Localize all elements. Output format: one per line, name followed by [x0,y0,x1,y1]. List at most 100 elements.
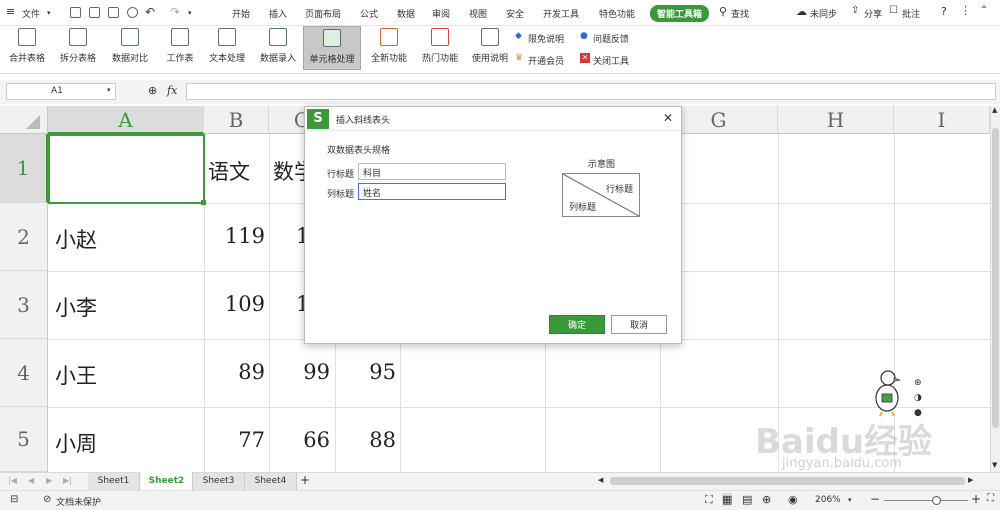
cell-b4[interactable]: 89 [238,360,265,384]
cell-d4[interactable]: 95 [369,360,396,384]
first-sheet-icon[interactable]: |◀ [8,476,17,485]
row-header-2[interactable]: 2 [0,203,48,271]
document-icon[interactable]: ⊟ [10,494,18,505]
tab-review[interactable]: 审阅 [432,7,450,20]
row-header-3[interactable]: 3 [0,271,48,339]
chevron-down-icon[interactable]: ▾ [107,86,111,94]
free-info-link[interactable]: 限免说明 [528,32,564,45]
help-icon[interactable]: ? [941,5,947,18]
cell-b2[interactable]: 119 [225,224,265,248]
column-header-h[interactable]: H [778,106,894,134]
cell-processing-button[interactable]: 单元格处理 [303,26,361,70]
member-link[interactable]: 开通会员 [528,54,564,67]
zoom-out-icon[interactable]: − [870,492,880,506]
row-title-input[interactable]: 科目 [358,163,506,180]
dialog-title-bar[interactable]: S 插入斜线表头 ✕ [305,107,681,131]
search-button[interactable]: 查找 [731,7,749,20]
column-title-input[interactable]: 姓名 [358,183,506,200]
share-icon[interactable]: ⇪ [851,5,859,16]
sync-status[interactable]: 未同步 [810,7,837,20]
chevron-down-icon[interactable]: ▾ [47,9,51,17]
tab-page-layout[interactable]: 页面布局 [305,7,341,20]
tab-view[interactable]: 视图 [469,7,487,20]
comment-icon[interactable]: ☐ [889,5,898,16]
sheet-tab-1[interactable]: Sheet1 [88,473,140,490]
column-header-i[interactable]: I [894,106,990,134]
sheet-tab-3[interactable]: Sheet3 [193,473,245,490]
cell-b5[interactable]: 77 [238,428,265,452]
cell-b3[interactable]: 109 [225,292,265,316]
tab-smart-toolbox[interactable]: 智能工具箱 [650,5,710,22]
formula-input[interactable] [186,83,996,100]
cell-b1[interactable]: 语文 [208,156,250,186]
fullscreen-icon[interactable]: ⛶ [987,493,994,504]
protection-status[interactable]: 文档未保护 [56,495,101,508]
tab-data[interactable]: 数据 [397,7,415,20]
cell-c5[interactable]: 66 [303,428,330,452]
tab-formulas[interactable]: 公式 [360,7,378,20]
zoom-chevron-icon[interactable]: ▾ [848,496,852,504]
cell-a4[interactable]: 小王 [55,360,97,390]
zoom-level[interactable]: 206% [815,495,841,505]
instructions-button[interactable]: 使用说明 [470,26,510,70]
cell-a2[interactable]: 小赵 [55,224,97,254]
share-button[interactable]: 分享 [864,7,882,20]
save-icon[interactable] [70,7,81,18]
file-menu[interactable]: 文件 [22,7,40,20]
page-layout-icon[interactable]: ▤ [742,493,752,506]
last-sheet-icon[interactable]: ▶| [63,476,72,485]
zoom-in-icon[interactable]: + [971,492,981,506]
data-entry-button[interactable]: 数据录入 [254,26,302,70]
tab-developer[interactable]: 开发工具 [543,7,579,20]
tab-special[interactable]: 特色功能 [599,7,635,20]
cell-a3[interactable]: 小李 [55,292,97,322]
zoom-slider[interactable] [884,500,968,501]
new-features-button[interactable]: 全新功能 [366,26,412,70]
sheet-tab-2[interactable]: Sheet2 [141,472,193,490]
next-sheet-icon[interactable]: ▶ [46,476,52,485]
zoom-icon[interactable]: ⊕ [148,84,157,97]
export-icon[interactable] [89,7,100,18]
search-icon[interactable]: ⚲ [719,5,727,18]
column-header-b[interactable]: B [204,106,269,134]
quick-access-chevron-icon[interactable]: ▾ [188,9,192,17]
tab-home[interactable]: 开始 [232,7,250,20]
comment-button[interactable]: 批注 [902,7,920,20]
scroll-down-icon[interactable]: ▼ [992,461,997,469]
column-header-a[interactable]: A [48,106,204,134]
fill-handle[interactable] [201,200,206,205]
menu-icon[interactable]: ≡ [6,6,17,18]
page-break-icon[interactable]: ⊕ [762,493,771,506]
close-tool-link[interactable]: 关闭工具 [593,54,629,67]
scroll-right-icon[interactable]: ▶ [968,476,973,484]
cell-c4[interactable]: 99 [303,360,330,384]
horizontal-scrollbar-thumb[interactable] [610,477,965,485]
collapse-ribbon-icon[interactable]: ⌃ [980,5,988,16]
select-all-corner[interactable] [0,106,48,134]
ok-button[interactable]: 确定 [549,315,605,334]
reading-mode-icon[interactable]: ⛶ [705,493,713,507]
preview-icon[interactable] [127,7,138,18]
row-header-4[interactable]: 4 [0,339,48,407]
split-tables-button[interactable]: 拆分表格 [55,26,101,70]
more-icon[interactable]: ⋮ [960,4,971,17]
redo-icon[interactable]: ↷ [170,5,180,19]
print-icon[interactable] [108,7,119,18]
cell-d5[interactable]: 88 [369,428,396,452]
normal-view-icon[interactable]: ▦ [722,493,733,506]
compare-data-button[interactable]: 数据对比 [107,26,153,70]
scroll-left-icon[interactable]: ◀ [598,476,603,484]
vertical-scrollbar[interactable]: ▲ ▼ [990,106,1000,472]
undo-icon[interactable]: ↶ [145,5,155,19]
tab-insert[interactable]: 插入 [269,7,287,20]
horizontal-scrollbar[interactable]: ◀ ▶ [598,476,978,486]
name-box[interactable]: A1 ▾ [6,83,116,100]
active-cell-a1[interactable] [48,134,205,204]
prev-sheet-icon[interactable]: ◀ [28,476,34,485]
cancel-button[interactable]: 取消 [611,315,667,334]
sheet-tab-4[interactable]: Sheet4 [245,473,297,490]
scrollbar-thumb[interactable] [992,128,999,428]
feedback-link[interactable]: 问题反馈 [593,32,629,45]
fx-icon[interactable]: fx [167,84,177,97]
merge-tables-button[interactable]: 合并表格 [4,26,50,70]
